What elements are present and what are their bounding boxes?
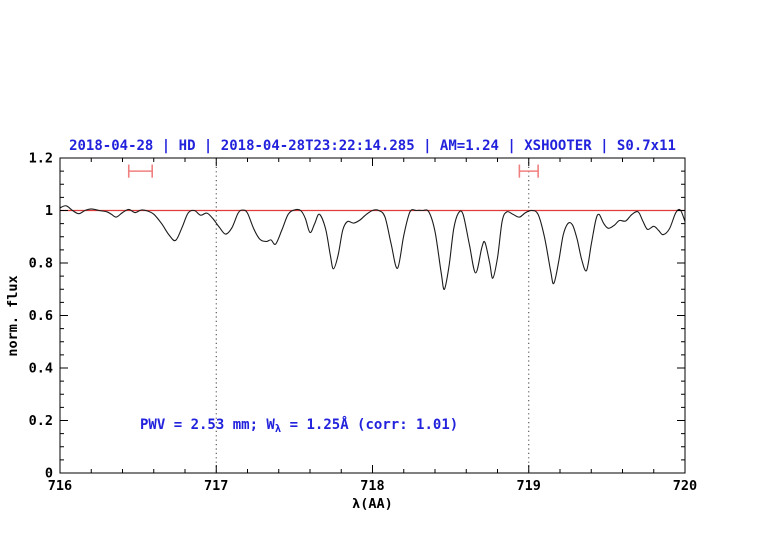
pwv-annotation-prefix: PWV = 2.53 mm; W xyxy=(140,417,275,433)
x-tick-label: 717 xyxy=(204,478,228,494)
y-tick-label: 0.2 xyxy=(29,413,53,429)
x-axis-label: λ(AA) xyxy=(352,496,393,512)
y-tick-label: 0 xyxy=(45,466,53,482)
x-tick-label: 720 xyxy=(673,478,697,494)
y-axis-label: norm. flux xyxy=(5,275,21,356)
y-tick-label: 0.8 xyxy=(29,256,53,272)
y-tick-label: 1.2 xyxy=(29,151,53,167)
spectrum-line xyxy=(59,205,686,290)
y-tick-label: 0.4 xyxy=(29,361,53,377)
x-tick-label: 719 xyxy=(517,478,541,494)
pwv-annotation-suffix: = 1.25Å (corr: 1.01) xyxy=(281,416,458,433)
pwv-annotation: PWV = 2.53 mm; Wλ = 1.25Å (corr: 1.01) xyxy=(140,416,458,435)
y-tick-label: 1 xyxy=(45,203,53,219)
ticks-layer: 716 717 718 719 72000.20.40.60.811.2 xyxy=(29,151,698,495)
plot-title: 2018-04-28 | HD | 2018-04-28T23:22:14.28… xyxy=(69,138,676,154)
data-layer xyxy=(59,164,686,290)
spectrum-plot: 716 717 718 719 72000.20.40.60.811.2 2018-04… xyxy=(5,138,698,512)
range-marker xyxy=(127,164,153,178)
spectrum-figure: 716 717 718 719 720 0 0.2 0.4 0.6 0.8 1 1.2 2018-04… xyxy=(0,0,782,542)
x-tick-label: 718 xyxy=(360,478,384,494)
y-tick-label: 0.6 xyxy=(29,308,53,324)
